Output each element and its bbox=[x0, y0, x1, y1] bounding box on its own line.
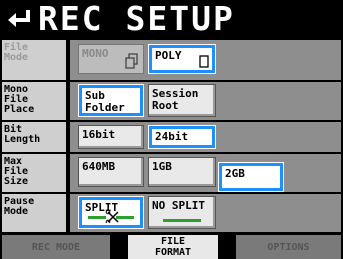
rec-setup-screen: REC SETUP File Mode MONO POLY Mono File … bbox=[0, 0, 343, 259]
title-bar: REC SETUP bbox=[0, 0, 343, 38]
24bit-button[interactable]: 24bit bbox=[148, 125, 216, 149]
file-mode-label: File Mode bbox=[2, 40, 66, 80]
single-file-icon bbox=[199, 55, 209, 68]
24bit-label: 24bit bbox=[155, 130, 189, 143]
mono-file-place-label: Mono File Place bbox=[2, 82, 66, 120]
tab-label: OPTIONS bbox=[267, 241, 310, 253]
label-line: Mode bbox=[4, 52, 29, 63]
max-file-size-row: Max File Size 640MB 1GB 2GB bbox=[0, 154, 343, 192]
pause-mode-options: SPLIT NO SPLIT bbox=[70, 194, 341, 232]
1gb-label: 1GB bbox=[152, 160, 172, 173]
max-file-size-label: Max File Size bbox=[2, 154, 66, 192]
poly-label: POLY bbox=[155, 49, 182, 62]
label-line: Size bbox=[4, 176, 29, 187]
2gb-button[interactable]: 2GB bbox=[218, 162, 284, 192]
16bit-label: 16bit bbox=[82, 128, 116, 141]
640mb-button[interactable]: 640MB bbox=[78, 157, 144, 187]
no-split-button[interactable]: NO SPLIT bbox=[148, 196, 216, 229]
session-root-button[interactable]: Session Root bbox=[148, 84, 216, 117]
split-button[interactable]: SPLIT bbox=[78, 196, 144, 229]
no-split-icon bbox=[163, 219, 201, 222]
tab-bar: REC MODE FILE FORMAT OPTIONS bbox=[0, 235, 343, 259]
1gb-button[interactable]: 1GB bbox=[148, 157, 216, 187]
mono-label: MONO bbox=[82, 47, 109, 60]
2gb-label: 2GB bbox=[225, 167, 245, 180]
tab-options[interactable]: OPTIONS bbox=[236, 235, 341, 259]
tab-label: FILE bbox=[160, 236, 186, 247]
label-line: Mode bbox=[4, 206, 29, 217]
file-mode-options: MONO POLY bbox=[70, 40, 341, 80]
640mb-label: 640MB bbox=[82, 160, 116, 173]
label-line: Length bbox=[4, 134, 41, 145]
page-title: REC SETUP bbox=[38, 0, 235, 38]
tab-label: REC MODE bbox=[31, 241, 81, 253]
max-file-size-options: 640MB 1GB 2GB bbox=[70, 154, 341, 192]
mono-button[interactable]: MONO bbox=[78, 44, 144, 74]
mono-file-place-row: Mono File Place Sub Folder Session Root bbox=[0, 82, 343, 120]
session-root-line: Root bbox=[152, 99, 179, 112]
tab-file-format[interactable]: FILE FORMAT bbox=[128, 235, 218, 259]
tab-rec-mode[interactable]: REC MODE bbox=[2, 235, 110, 259]
no-split-label: NO SPLIT bbox=[152, 199, 205, 212]
label-line: Place bbox=[4, 104, 35, 115]
multi-file-icon bbox=[125, 53, 138, 69]
split-scissors-icon bbox=[88, 211, 134, 223]
bit-length-options: 16bit 24bit bbox=[70, 122, 341, 152]
poly-button[interactable]: POLY bbox=[148, 44, 216, 74]
pause-mode-label: Pause Mode bbox=[2, 194, 66, 232]
sub-folder-button[interactable]: Sub Folder bbox=[78, 84, 144, 117]
return-arrow-icon[interactable] bbox=[0, 0, 38, 38]
bit-length-label: Bit Length bbox=[2, 122, 66, 152]
file-mode-row: File Mode MONO POLY bbox=[0, 40, 343, 80]
16bit-button[interactable]: 16bit bbox=[78, 125, 144, 149]
pause-mode-row: Pause Mode SPLIT NO SPLIT bbox=[0, 194, 343, 232]
mono-file-place-options: Sub Folder Session Root bbox=[70, 82, 341, 120]
tab-label: FORMAT bbox=[154, 247, 192, 258]
bit-length-row: Bit Length 16bit 24bit bbox=[0, 122, 343, 152]
sub-folder-line: Folder bbox=[85, 101, 125, 114]
